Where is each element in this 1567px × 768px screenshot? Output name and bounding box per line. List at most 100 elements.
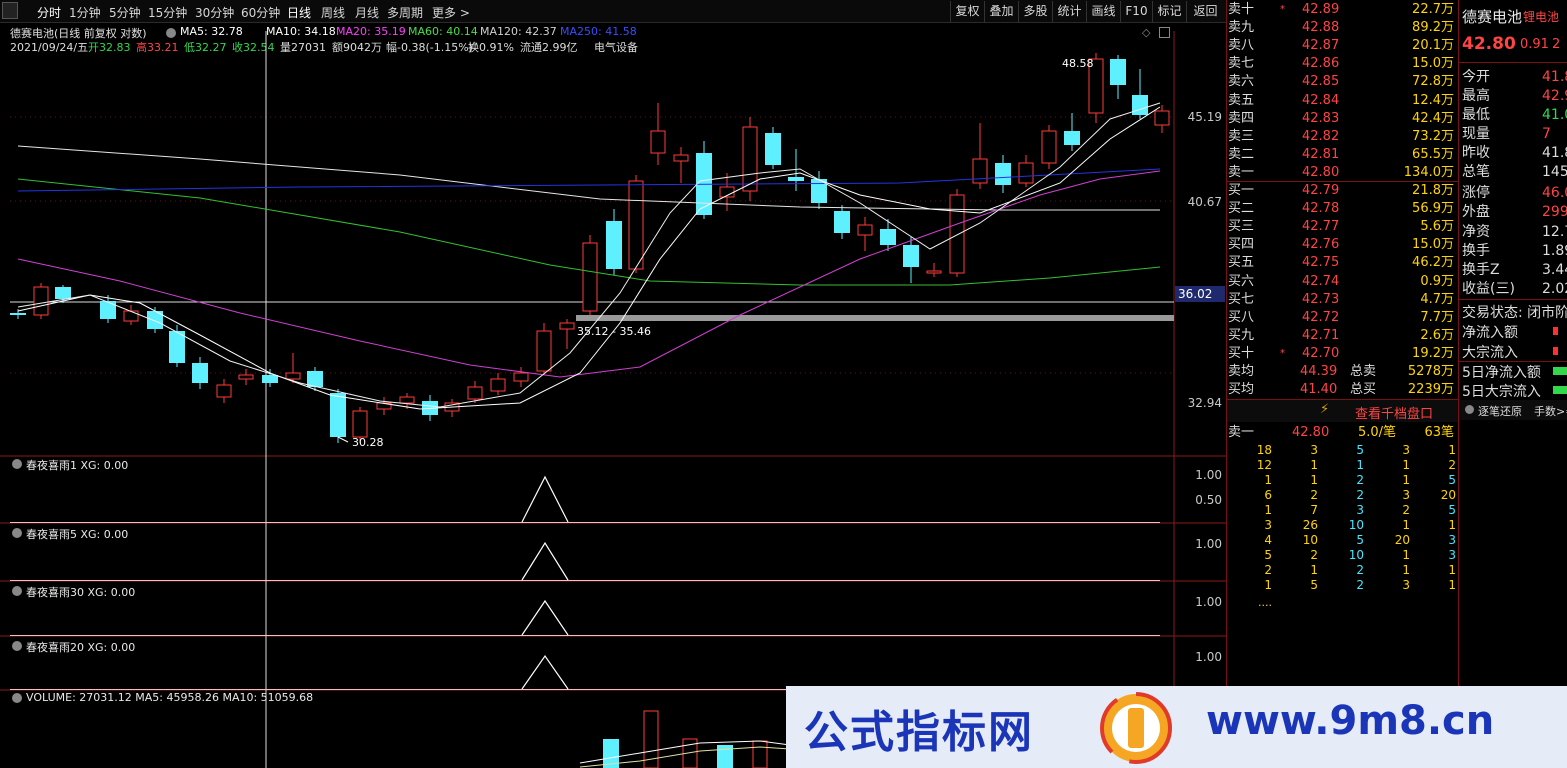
ask-row[interactable]: 卖三 42.82 73.2万 xyxy=(1228,128,1458,146)
low-price-label: 30.28 xyxy=(352,436,384,449)
candle-body xyxy=(1132,95,1148,115)
bid-row[interactable]: 买八 42.72 7.7万 xyxy=(1228,309,1458,327)
quote-row: 最低41.0 xyxy=(1462,107,1567,123)
ask-row[interactable]: 卖四 42.83 42.4万 xyxy=(1228,110,1458,128)
queue-cell: 5 xyxy=(1310,578,1318,592)
bid-row[interactable]: 买五 42.75 46.2万 xyxy=(1228,254,1458,272)
tab-lot-filter[interactable]: 手数>= xyxy=(1534,403,1567,419)
gap-zone xyxy=(576,315,1174,321)
bid-row[interactable]: 买三 42.77 5.6万 xyxy=(1228,218,1458,236)
menu-icon[interactable] xyxy=(2,2,18,19)
low-pointer xyxy=(337,436,349,443)
tab-period-3[interactable]: 15分钟 xyxy=(148,4,187,21)
panel-toggle-icon[interactable] xyxy=(12,586,22,596)
queue-cell: 5 xyxy=(1356,533,1364,547)
candle-body xyxy=(33,286,49,316)
queue-cell: 2 xyxy=(1310,488,1318,502)
tab-tick-replay[interactable]: 逐笔还原 xyxy=(1478,403,1522,419)
quote-row: 昨收41.8 xyxy=(1462,145,1567,161)
candle-body xyxy=(926,270,942,274)
candle-body xyxy=(123,310,139,322)
queue-cell: 20 xyxy=(1440,488,1456,502)
queue-cell: 20 xyxy=(1394,533,1410,547)
overlay-button[interactable]: 叠加 xyxy=(984,1,1018,22)
crosshair-price-label: 36.02 xyxy=(1175,286,1225,302)
bid-row[interactable]: 买一 42.79 21.8万 xyxy=(1228,182,1458,200)
stats-button[interactable]: 统计 xyxy=(1052,1,1086,22)
flow-bar xyxy=(1553,327,1558,335)
price-change: 0.91 xyxy=(1520,37,1549,52)
ask-row[interactable]: 卖十 * 42.89 22.7万 xyxy=(1228,1,1458,19)
bid-row[interactable]: 买七 42.73 4.7万 xyxy=(1228,291,1458,309)
quote-row: 今开41.8 xyxy=(1462,69,1567,85)
price-tick: 45.19 xyxy=(1187,110,1222,124)
queue-cell: 10 xyxy=(1348,548,1364,562)
kline-chart xyxy=(0,31,1226,768)
tab-period-4[interactable]: 30分钟 xyxy=(195,4,234,21)
ask-row[interactable]: 卖九 42.88 89.2万 xyxy=(1228,19,1458,37)
flow-bar xyxy=(1553,347,1558,355)
ask-row[interactable]: 卖八 42.87 20.1万 xyxy=(1228,37,1458,55)
ask-row[interactable]: 卖六 42.85 72.8万 xyxy=(1228,73,1458,91)
avg-buy-row: 买均 41.40 总买 2239万 xyxy=(1228,382,1454,397)
queue-cell: 3 xyxy=(1264,518,1272,532)
depth-link[interactable]: 查看千档盘口 xyxy=(1355,403,1433,422)
flow-label: 大宗流入 xyxy=(1462,345,1518,361)
tab-period-10[interactable]: 更多 > xyxy=(432,4,470,21)
panel-toggle-icon[interactable] xyxy=(12,693,22,703)
back-button[interactable]: 返回 xyxy=(1186,1,1224,22)
queue-cell: 10 xyxy=(1348,518,1364,532)
bid-row[interactable]: 买九 42.71 2.6万 xyxy=(1228,327,1458,345)
panel-toggle-icon[interactable] xyxy=(12,528,22,538)
candle-body xyxy=(628,180,644,270)
panel-toggle-icon[interactable] xyxy=(12,459,22,469)
bid-row[interactable]: 买二 42.78 56.9万 xyxy=(1228,200,1458,218)
tab-period-2[interactable]: 5分钟 xyxy=(109,4,141,21)
lightning-icon: ⚡ xyxy=(1320,402,1330,417)
queue-more: .... xyxy=(1258,596,1272,609)
candle-body xyxy=(1154,110,1170,126)
queue-cell: 1 xyxy=(1264,473,1272,487)
gap-label: 35.12 - 35.46 xyxy=(577,325,651,338)
queue-cell: 2 xyxy=(1402,503,1410,517)
mark-button[interactable]: 标记 xyxy=(1152,1,1186,22)
ask-row[interactable]: 卖七 42.86 15.0万 xyxy=(1228,55,1458,73)
quote-row: 最高42.9 xyxy=(1462,88,1567,104)
queue-cell: 1 xyxy=(1264,578,1272,592)
f10-button[interactable]: F10 xyxy=(1120,1,1152,22)
tab-period-0[interactable]: 分时 xyxy=(37,4,61,21)
quote-row: 换手Z3.44 xyxy=(1462,262,1567,278)
queue-cell: 26 xyxy=(1302,518,1318,532)
candle-body xyxy=(490,378,506,392)
candle-body xyxy=(192,363,208,383)
tab-period-1[interactable]: 1分钟 xyxy=(69,4,101,21)
book-divider xyxy=(1227,181,1458,182)
queue-cell: 1 xyxy=(1448,578,1456,592)
bid-row[interactable]: 买六 42.74 0.9万 xyxy=(1228,273,1458,291)
restore-right-button[interactable]: 复权 xyxy=(950,1,984,22)
ask-row[interactable]: 卖二 42.81 65.5万 xyxy=(1228,146,1458,164)
watermark-banner: 公式指标网 www.9m8.cn xyxy=(786,686,1567,768)
flow-label: 5日大宗流入 xyxy=(1462,384,1541,400)
first-ask-row: 卖一 42.80 5.0/笔 63笔 xyxy=(1228,425,1454,440)
panel-toggle-icon[interactable] xyxy=(12,641,22,651)
multi-stock-button[interactable]: 多股 xyxy=(1018,1,1052,22)
price-tick: 32.94 xyxy=(1187,396,1222,410)
queue-cell: 5 xyxy=(1264,548,1272,562)
tab-period-6[interactable]: 日线 xyxy=(287,4,311,21)
toggle-icon[interactable] xyxy=(1465,405,1474,414)
tab-period-9[interactable]: 多周期 xyxy=(387,4,423,21)
bid-row[interactable]: 买十 * 42.70 19.2万 xyxy=(1228,345,1458,363)
queue-cell: 1 xyxy=(1310,473,1318,487)
draw-button[interactable]: 画线 xyxy=(1086,1,1120,22)
ask-row[interactable]: 卖五 42.84 12.4万 xyxy=(1228,92,1458,110)
price-tick: 40.67 xyxy=(1187,195,1222,209)
candle-body xyxy=(903,245,919,267)
candle-body xyxy=(238,374,254,380)
ask-row[interactable]: 卖一 42.80 134.0万 xyxy=(1228,164,1458,182)
bid-row[interactable]: 买四 42.76 15.0万 xyxy=(1228,236,1458,254)
tab-period-7[interactable]: 周线 xyxy=(321,4,345,21)
quote-row: 收益(三)2.02 xyxy=(1462,281,1567,297)
tab-period-8[interactable]: 月线 xyxy=(355,4,379,21)
tab-period-5[interactable]: 60分钟 xyxy=(241,4,280,21)
